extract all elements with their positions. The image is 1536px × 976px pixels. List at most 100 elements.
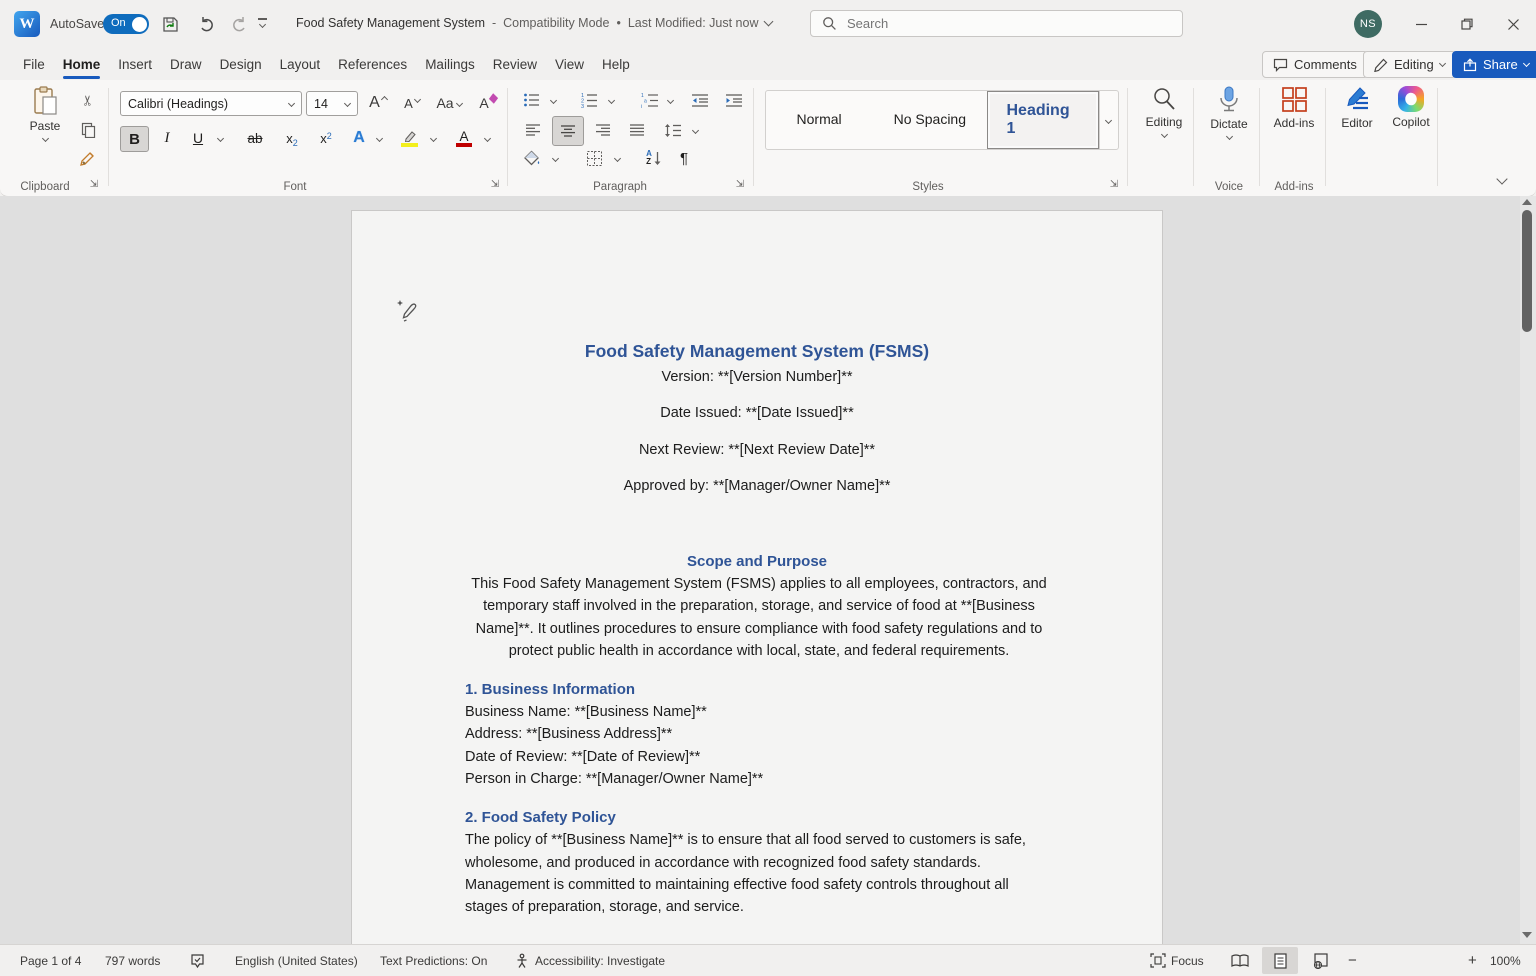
tab-view[interactable]: View [546, 51, 593, 78]
zoom-level[interactable]: 100% [1490, 945, 1521, 976]
paste-dropdown-icon[interactable] [41, 135, 48, 142]
quick-access-toolbar-menu-icon[interactable] [258, 18, 267, 27]
undo-icon[interactable] [192, 9, 222, 39]
search-input[interactable] [845, 15, 1149, 32]
language-indicator[interactable]: English (United States) [235, 945, 358, 976]
shrink-font-button[interactable]: A [398, 91, 426, 115]
tab-design[interactable]: Design [211, 51, 271, 78]
copilot-button[interactable]: Copilot [1385, 86, 1437, 129]
copilot-margin-icon[interactable] [396, 299, 420, 325]
editing-dropdown-icon[interactable] [1160, 131, 1167, 138]
decrease-indent-button[interactable] [686, 88, 714, 112]
style-normal[interactable]: Normal [766, 91, 872, 147]
share-button[interactable]: Share [1452, 51, 1536, 78]
document-content[interactable]: Food Safety Management System (FSMS) Ver… [352, 211, 1162, 919]
paragraph-dialog-launcher-icon[interactable]: ⇲ [734, 179, 746, 191]
multilevel-dropdown-icon[interactable] [663, 88, 677, 112]
font-family-combo[interactable]: Calibri (Headings) [120, 91, 302, 116]
document-page[interactable]: Food Safety Management System (FSMS) Ver… [351, 210, 1163, 944]
window-title[interactable]: Food Safety Management System - Compatib… [296, 16, 772, 30]
word-count[interactable]: 797 words [105, 945, 160, 976]
restore-button[interactable] [1444, 0, 1490, 48]
autosave-toggle[interactable]: On [103, 14, 149, 34]
editing-mode-button[interactable]: Editing [1363, 51, 1456, 78]
account-avatar[interactable]: NS [1354, 10, 1382, 38]
font-color-dropdown-icon[interactable] [480, 126, 494, 150]
justify-button[interactable] [624, 118, 650, 142]
scroll-up-icon[interactable] [1522, 199, 1532, 205]
tab-review[interactable]: Review [484, 51, 546, 78]
style-heading-1[interactable]: Heading 1 [987, 91, 1098, 149]
bullets-button[interactable] [518, 88, 544, 112]
dictate-button[interactable]: Dictate [1200, 86, 1258, 139]
styles-dialog-launcher-icon[interactable]: ⇲ [1108, 179, 1120, 191]
style-no-spacing[interactable]: No Spacing [872, 91, 987, 147]
underline-button[interactable]: U [186, 126, 210, 150]
font-size-combo[interactable]: 14 [306, 91, 358, 116]
paste-button[interactable]: Paste [22, 86, 68, 141]
collapse-ribbon-icon[interactable] [1498, 170, 1506, 188]
shading-dropdown-icon[interactable] [548, 146, 563, 170]
multilevel-list-button[interactable]: 1ai [636, 88, 664, 112]
increase-indent-button[interactable] [720, 88, 748, 112]
comments-button[interactable]: Comments [1262, 51, 1368, 78]
numbering-button[interactable]: 123 [576, 88, 602, 112]
align-right-button[interactable] [590, 118, 616, 142]
superscript-button[interactable]: x2 [312, 126, 340, 150]
bullets-dropdown-icon[interactable] [546, 88, 561, 112]
underline-dropdown-icon[interactable] [212, 126, 228, 150]
text-effects-dropdown-icon[interactable] [372, 126, 386, 150]
highlight-color-button[interactable] [394, 126, 424, 150]
bold-button[interactable]: B [120, 126, 149, 152]
word-app-icon[interactable]: W [14, 11, 40, 37]
close-button[interactable] [1490, 0, 1536, 48]
line-spacing-button[interactable] [658, 118, 688, 142]
scroll-down-icon[interactable] [1522, 932, 1532, 938]
cut-button[interactable]: ✂ [76, 88, 100, 112]
subscript-button[interactable]: x2 [278, 126, 306, 150]
tab-mailings[interactable]: Mailings [416, 51, 484, 78]
format-painter-button[interactable] [76, 146, 100, 170]
borders-dropdown-icon[interactable] [610, 146, 625, 170]
italic-button[interactable]: I [155, 126, 179, 150]
grow-font-button[interactable]: A [364, 91, 392, 115]
tab-insert[interactable]: Insert [109, 51, 161, 78]
editing-button[interactable]: Editing [1136, 86, 1192, 137]
change-case-button[interactable]: Aa [432, 91, 466, 115]
title-chevron-icon[interactable] [764, 17, 774, 27]
strikethrough-button[interactable]: ab [240, 126, 270, 150]
borders-button[interactable] [580, 146, 608, 170]
read-mode-button[interactable] [1222, 947, 1258, 974]
font-color-button[interactable]: A [450, 126, 478, 150]
accessibility-status[interactable]: Accessibility: Investigate [514, 945, 665, 976]
sort-button[interactable]: AZ [638, 146, 670, 170]
text-predictions-indicator[interactable]: Text Predictions: On [380, 945, 487, 976]
tab-file[interactable]: File [14, 51, 54, 78]
clipboard-dialog-launcher-icon[interactable]: ⇲ [88, 179, 100, 191]
add-ins-button[interactable]: Add-ins [1266, 86, 1322, 130]
font-dialog-launcher-icon[interactable]: ⇲ [489, 179, 501, 191]
align-left-button[interactable] [520, 118, 546, 142]
page-indicator[interactable]: Page 1 of 4 [20, 945, 81, 976]
editor-button[interactable]: Editor [1332, 86, 1382, 130]
zoom-out-button[interactable]: − [1348, 945, 1357, 976]
tab-draw[interactable]: Draw [161, 51, 211, 78]
styles-gallery-more-button[interactable] [1099, 91, 1118, 149]
zoom-in-button[interactable]: + [1468, 945, 1477, 976]
scrollbar-thumb[interactable] [1522, 210, 1532, 332]
tab-references[interactable]: References [329, 51, 416, 78]
highlight-dropdown-icon[interactable] [426, 126, 440, 150]
proofing-status-icon[interactable] [190, 945, 205, 976]
print-layout-button[interactable] [1262, 947, 1298, 974]
redo-icon[interactable] [224, 9, 254, 39]
minimize-button[interactable] [1398, 0, 1444, 48]
dictate-dropdown-icon[interactable] [1225, 133, 1232, 140]
numbering-dropdown-icon[interactable] [604, 88, 619, 112]
copy-button[interactable] [76, 118, 100, 142]
focus-mode-button[interactable]: Focus [1150, 945, 1204, 976]
tab-home[interactable]: Home [54, 51, 110, 78]
show-hide-marks-button[interactable]: ¶ [672, 146, 696, 170]
align-center-button[interactable] [552, 116, 584, 146]
shading-button[interactable] [518, 146, 546, 170]
tab-layout[interactable]: Layout [271, 51, 330, 78]
